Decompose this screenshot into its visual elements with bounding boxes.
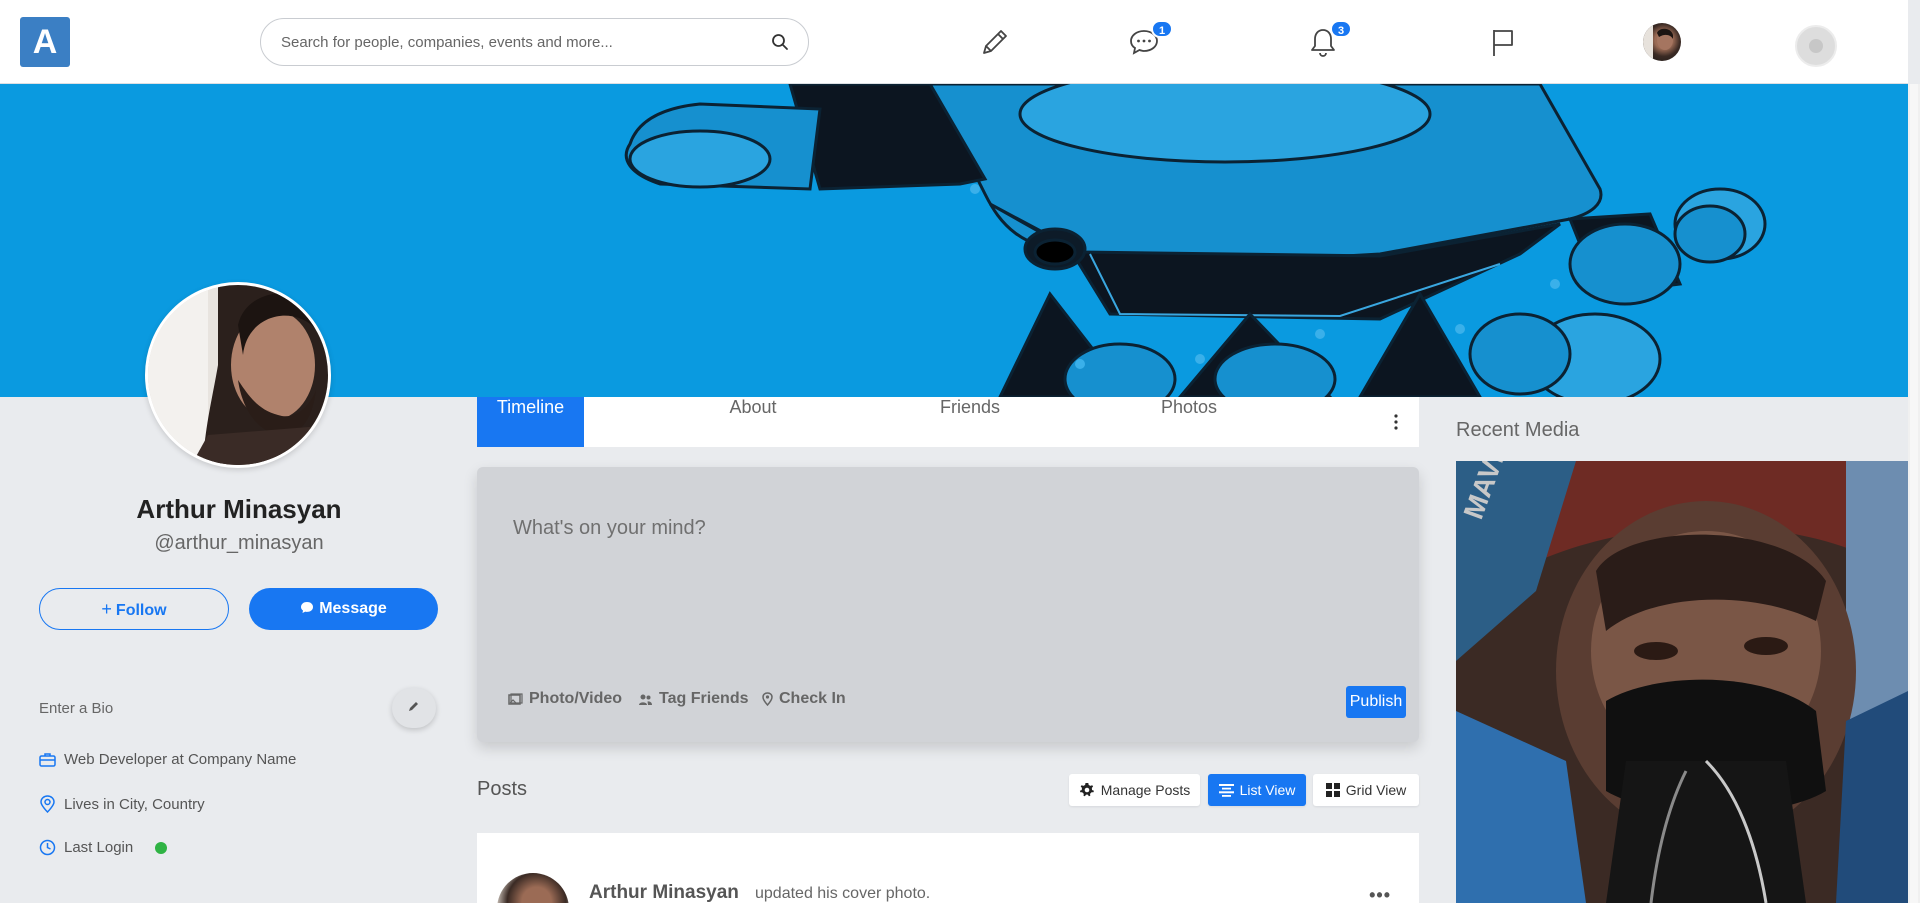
check-in-pin-icon [762, 692, 773, 706]
tab-timeline[interactable]: Timeline [477, 397, 584, 447]
post-author-avatar[interactable] [497, 873, 569, 903]
photo-video-button[interactable]: Photo/Video [508, 690, 622, 708]
briefcase-icon [39, 753, 56, 767]
follow-button[interactable]: + Follow [39, 588, 229, 630]
bio-placeholder: Enter a Bio [39, 700, 114, 717]
manage-posts-button[interactable]: Manage Posts [1069, 774, 1200, 806]
search-bar [260, 18, 809, 66]
post-action-text: updated his cover photo. [755, 885, 931, 902]
search-icon[interactable] [770, 32, 790, 52]
notifications-badge: 3 [1330, 20, 1352, 38]
post-composer: Photo/Video Tag Friends Check In Publish [477, 467, 1419, 742]
profile-avatar[interactable] [145, 282, 331, 468]
kebab-menu-icon[interactable] [1393, 413, 1399, 431]
post-author-name[interactable]: Arthur Minasyan [589, 882, 739, 903]
user-avatar[interactable] [1643, 23, 1681, 61]
pencil-icon[interactable] [978, 25, 1012, 59]
posts-title: Posts [477, 778, 528, 800]
info-work: Web Developer at Company Name [39, 751, 296, 768]
message-label: Message [319, 600, 387, 617]
publish-button[interactable]: Publish [1346, 686, 1406, 718]
message-button[interactable]: Message [249, 588, 438, 630]
recent-media-image[interactable]: MAVE [1456, 461, 1908, 903]
photo-video-label: Photo/Video [529, 690, 623, 707]
profile-tabs: Timeline About Friends Photos [477, 397, 1419, 447]
post-card: Arthur Minasyan updated his cover photo.… [477, 833, 1419, 903]
messages-nav[interactable]: 1 [1127, 20, 1173, 59]
grid-icon [1325, 783, 1340, 797]
list-view-button[interactable]: List View [1208, 774, 1306, 806]
app-logo[interactable]: A [20, 17, 70, 67]
tab-photos[interactable]: Photos [1114, 397, 1264, 447]
location-pin-icon [40, 795, 55, 813]
post-more-icon[interactable]: ••• [1369, 885, 1391, 903]
grid-view-label: Grid View [1345, 782, 1407, 798]
gear-icon[interactable] [1795, 25, 1837, 67]
location-text: Lives in City, Country [64, 795, 205, 813]
plus-icon: + [101, 598, 112, 619]
scrollbar[interactable] [1908, 84, 1920, 903]
messages-badge: 1 [1151, 20, 1173, 38]
profile-handle: @arthur_minasyan [154, 532, 324, 554]
flag-icon[interactable] [1486, 25, 1520, 59]
recent-media-title: Recent Media [1456, 419, 1580, 441]
notifications-nav[interactable]: 3 [1306, 20, 1352, 59]
last-login-label: Last Login [64, 839, 134, 856]
grid-view-button[interactable]: Grid View [1313, 774, 1419, 806]
gear-icon [1079, 783, 1094, 797]
list-view-label: List View [1239, 782, 1296, 798]
post-input[interactable] [513, 517, 1373, 637]
photo-icon [508, 692, 523, 705]
pencil-icon [409, 702, 418, 711]
work-text: Web Developer at Company Name [64, 751, 297, 768]
tab-about[interactable]: About [677, 397, 829, 447]
check-in-button[interactable]: Check In [762, 690, 846, 708]
profile-name: Arthur Minasyan [136, 494, 342, 524]
tag-friends-icon [639, 694, 652, 705]
info-location: Lives in City, Country [39, 795, 205, 813]
check-in-label: Check In [779, 690, 846, 707]
tag-friends-button[interactable]: Tag Friends [638, 690, 749, 708]
tab-friends[interactable]: Friends [895, 397, 1045, 447]
chat-bubble-icon [301, 602, 314, 613]
edit-bio-button[interactable] [392, 688, 436, 728]
search-input[interactable] [281, 19, 751, 65]
online-status-dot [155, 841, 168, 854]
top-navbar: A 1 3 [0, 0, 1908, 84]
info-last-login: Last Login [39, 839, 168, 856]
manage-posts-label: Manage Posts [1100, 782, 1191, 798]
tag-friends-label: Tag Friends [659, 690, 749, 707]
follow-label: Follow [115, 601, 167, 619]
clock-icon [39, 839, 56, 856]
list-icon [1218, 783, 1234, 797]
